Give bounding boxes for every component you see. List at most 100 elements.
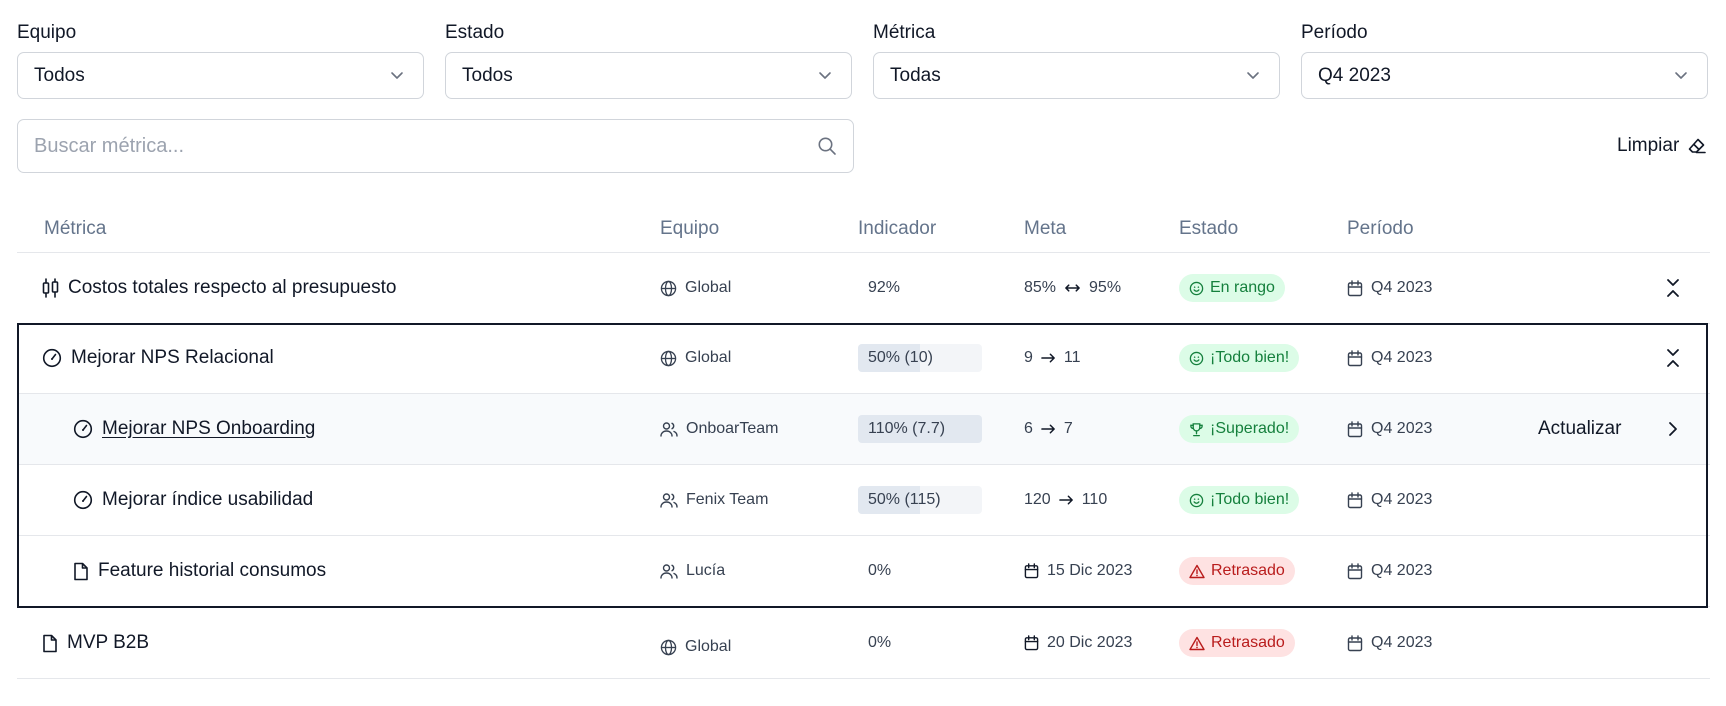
meta-to: 110: [1081, 491, 1108, 508]
equipo-select[interactable]: Todos: [17, 52, 424, 99]
metric-name[interactable]: Feature historial consumos: [98, 560, 326, 582]
select-value: Todos: [462, 65, 513, 86]
column-header-meta[interactable]: Meta: [1024, 216, 1066, 242]
metric-name[interactable]: Mejorar índice usabilidad: [102, 489, 313, 511]
calendar-icon: [1024, 563, 1039, 579]
table-header: Métrica Equipo Indicador Meta Estado Per…: [17, 216, 1710, 253]
chevron-down-icon: [819, 72, 831, 79]
filter-estado: Estado Todos: [445, 20, 854, 99]
status-badge: Retrasado: [1179, 557, 1295, 585]
calendar-icon: [1024, 635, 1039, 651]
globe-icon: [660, 280, 677, 296]
filter-label: Estado: [445, 22, 505, 43]
period-value: Q4 2023: [1371, 420, 1433, 437]
update-button[interactable]: Actualizar: [1538, 418, 1621, 440]
table-row[interactable]: Costos totales respecto al presupuesto G…: [17, 253, 1710, 324]
table-row[interactable]: MVP B2B Global 0% 20 Dic 2023 Retrasado …: [17, 608, 1710, 679]
column-header-periodo[interactable]: Período: [1347, 216, 1414, 242]
table-row[interactable]: Mejorar NPS Relacional Global 50% (10) 9…: [17, 323, 1710, 394]
team-name: Global: [685, 279, 732, 296]
team-name: Global: [685, 349, 732, 366]
status-label: ¡Todo bien!: [1210, 349, 1290, 366]
filter-equipo: Equipo Todos: [17, 20, 426, 99]
chevron-down-icon: [1247, 72, 1259, 79]
column-header-equipo[interactable]: Equipo: [660, 216, 719, 242]
period-value: Q4 2023: [1371, 634, 1433, 651]
chevron-down-icon: [391, 72, 403, 79]
collapse-icon[interactable]: [1665, 278, 1681, 298]
calendar-icon: [1347, 279, 1363, 296]
file-icon: [43, 634, 57, 652]
chevron-right-icon[interactable]: [1667, 421, 1679, 437]
indicator-value: 0%: [868, 634, 892, 651]
status-badge: ¡Todo bien!: [1179, 344, 1300, 372]
table-row[interactable]: Mejorar índice usabilidad Fenix Team 50%…: [17, 465, 1710, 536]
status-label: Retrasado: [1211, 562, 1285, 579]
users-icon: [660, 422, 678, 437]
meta-to: 95%: [1089, 279, 1122, 296]
team-name: Lucía: [686, 562, 726, 579]
indicator-value: 50% (115): [868, 491, 941, 508]
periodo-select[interactable]: Q4 2023: [1301, 52, 1708, 99]
smile-icon: [1189, 281, 1204, 295]
file-icon: [74, 562, 88, 580]
filter-bar: Equipo Todos Estado Todos Métrica Todas …: [17, 20, 1710, 102]
users-icon: [660, 564, 678, 579]
search-box: [17, 119, 854, 173]
metric-name-link[interactable]: Mejorar NPS Onboarding: [102, 418, 315, 440]
calendar-icon: [1347, 420, 1363, 437]
warning-icon: [1189, 564, 1205, 578]
progress-bar: 50% (115): [858, 486, 982, 514]
chevron-down-icon: [1675, 72, 1687, 79]
filter-metrica: Métrica Todas: [873, 20, 1282, 99]
calendar-icon: [1347, 349, 1363, 366]
globe-icon: [660, 350, 677, 366]
meta-to: 7: [1063, 420, 1073, 437]
calendar-icon: [1347, 634, 1363, 651]
filter-label: Equipo: [17, 22, 77, 43]
metric-name[interactable]: Costos totales respecto al presupuesto: [68, 277, 396, 299]
status-label: ¡Superado!: [1210, 420, 1290, 437]
column-header-estado[interactable]: Estado: [1179, 216, 1238, 242]
metric-name[interactable]: Mejorar NPS Relacional: [71, 347, 274, 369]
globe-icon: [660, 639, 677, 655]
status-badge: ¡Todo bien!: [1179, 486, 1300, 514]
calendar-icon: [1347, 491, 1363, 508]
search-icon[interactable]: [817, 136, 837, 156]
progress-bar: 110% (7.7): [858, 415, 982, 443]
status-badge: En rango: [1179, 274, 1285, 302]
filter-label: Métrica: [873, 22, 936, 43]
table-row[interactable]: Feature historial consumos Lucía 0% 15 D…: [17, 536, 1710, 607]
candlestick-icon: [42, 278, 59, 298]
indicator-value: 92%: [868, 279, 901, 296]
range-arrows-icon: [1065, 284, 1080, 292]
column-header-metrica[interactable]: Métrica: [44, 216, 106, 242]
arrow-right-icon: [1041, 353, 1055, 363]
smile-icon: [1189, 493, 1204, 507]
smile-icon: [1189, 351, 1204, 365]
meta-from: 9: [1024, 349, 1033, 366]
metric-name[interactable]: MVP B2B: [67, 632, 149, 654]
period-value: Q4 2023: [1371, 349, 1433, 366]
gauge-icon: [73, 490, 93, 510]
arrow-right-icon: [1058, 495, 1073, 505]
gauge-icon: [42, 348, 62, 368]
column-header-indicador[interactable]: Indicador: [858, 216, 936, 242]
collapse-icon[interactable]: [1665, 348, 1681, 368]
users-icon: [660, 493, 678, 508]
clear-filters-button[interactable]: Limpiar: [1617, 133, 1707, 159]
meta-date: 20 Dic 2023: [1047, 634, 1133, 651]
eraser-icon: [1689, 138, 1707, 154]
indicator-value: 110% (7.7): [868, 420, 946, 437]
metrica-select[interactable]: Todas: [873, 52, 1280, 99]
status-label: En rango: [1210, 279, 1275, 296]
search-input[interactable]: [34, 120, 794, 172]
estado-select[interactable]: Todos: [445, 52, 852, 99]
table-row[interactable]: Mejorar NPS Onboarding OnboarTeam 110% (…: [17, 394, 1710, 465]
select-value: Todos: [34, 65, 85, 86]
team-name: OnboarTeam: [686, 420, 779, 437]
indicator-value: 0%: [868, 562, 892, 579]
period-value: Q4 2023: [1371, 562, 1433, 579]
meta-date: 15 Dic 2023: [1047, 562, 1133, 579]
calendar-icon: [1347, 562, 1363, 579]
